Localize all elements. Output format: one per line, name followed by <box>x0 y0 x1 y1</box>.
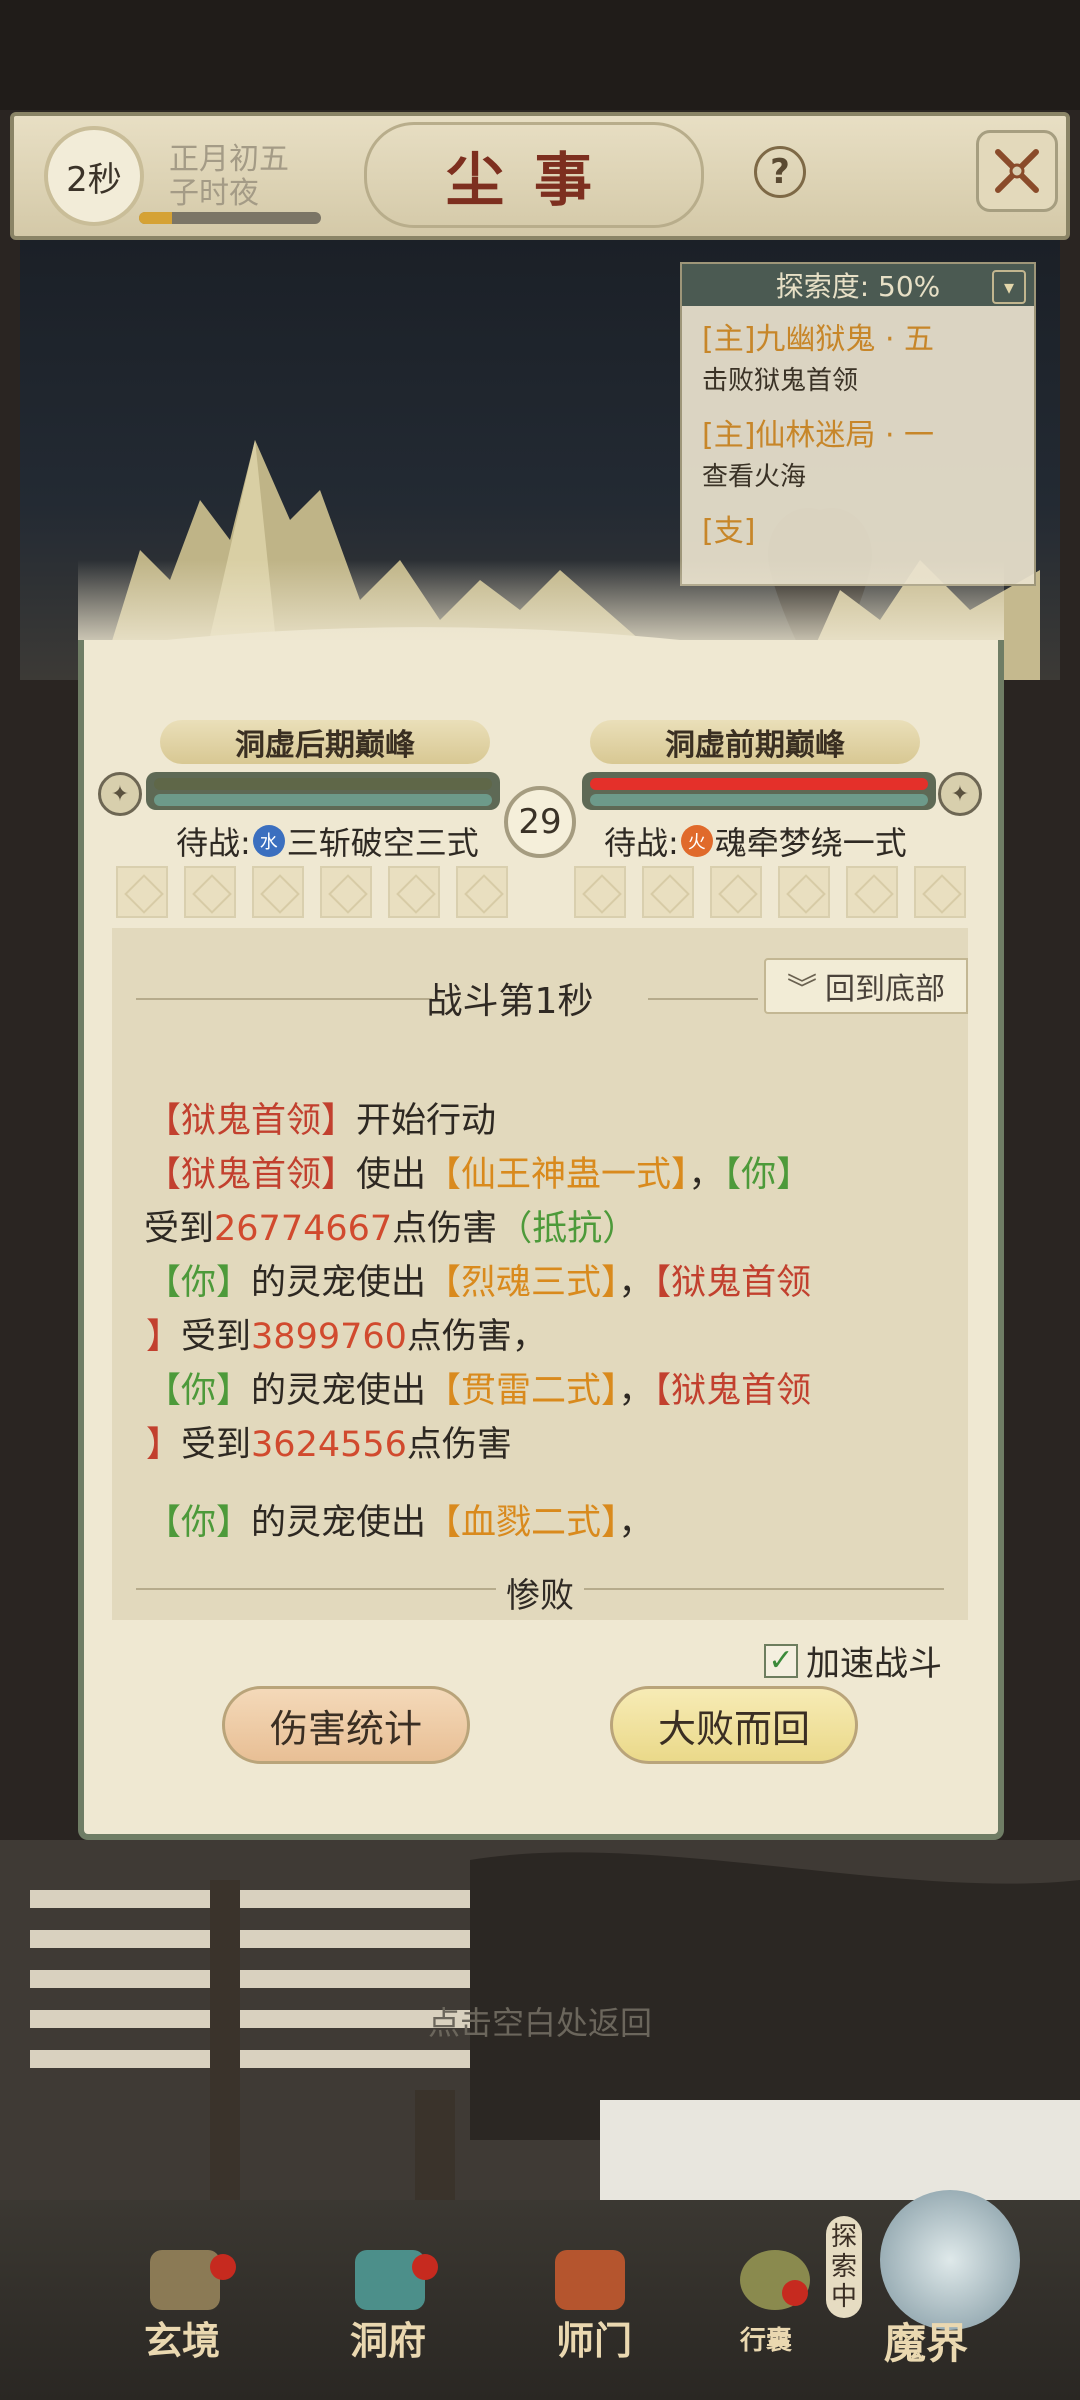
retreat-button[interactable]: 大败而回 <box>610 1686 858 1764</box>
quest-title[interactable]: [主]九幽狱鬼 · 五 <box>702 314 934 358</box>
banner-icon <box>555 2250 625 2310</box>
water-element-icon: 水 <box>252 825 285 857</box>
explore-progress: 探索度: 50% <box>682 264 1034 306</box>
page-title: 尘事 <box>364 122 704 228</box>
tap-to-return-hint: 点击空白处返回 <box>427 2004 652 2042</box>
player-skill-name: 三斩破空三式 <box>286 824 479 862</box>
nav-item-shimen[interactable]: 师门 <box>556 2310 632 2365</box>
player-avatar-icon[interactable]: ✦ <box>98 772 142 816</box>
header-panel: 2秒 正月初五 子时夜 尘事 ? <box>10 112 1070 240</box>
round-counter: 29 <box>504 786 576 858</box>
enemy-avatar-icon[interactable]: ✦ <box>938 772 982 816</box>
enemy-buff-slot <box>778 866 830 918</box>
notification-dot <box>782 2280 808 2306</box>
status-bar-area <box>0 0 1080 110</box>
log-line: 】受到3899760点伤害， <box>146 1317 547 1357</box>
quest-title[interactable]: [支] <box>702 506 755 550</box>
quest-panel[interactable]: 探索度: 50% ▾ [主]九幽狱鬼 · 五 击败狱鬼首领 [主]仙林迷局 · … <box>680 262 1036 586</box>
battle-result: 惨败 <box>506 1576 574 1616</box>
player-buff-slot <box>456 866 508 918</box>
timer-badge: 2秒 <box>44 126 144 226</box>
enemy-next-skill: 待战: 火 魂牵梦绕一式 <box>604 818 907 864</box>
fire-element-icon: 火 <box>680 825 713 857</box>
enemy-buff-slot <box>642 866 694 918</box>
player-buff-slot <box>116 866 168 918</box>
close-button[interactable] <box>976 130 1058 212</box>
quest-subtitle: 击败狱鬼首领 <box>702 366 859 396</box>
nav-item-mojie[interactable]: 魔界 <box>884 2310 968 2371</box>
player-hp-bar <box>154 778 492 790</box>
player-buff-slot <box>320 866 372 918</box>
scroll-icon <box>150 2250 220 2310</box>
speed-up-label: 加速战斗 <box>806 1644 942 1684</box>
enemy-realm-label: 洞虚前期巅峰 <box>590 720 920 764</box>
scroll-to-bottom-button[interactable]: ︾ 回到底部 <box>764 958 968 1014</box>
time-progress-bar <box>139 212 321 224</box>
enemy-buff-slot <box>574 866 626 918</box>
checkmark-icon[interactable]: ✓ <box>764 1643 798 1678</box>
nav-item-xingnang[interactable]: 行囊 <box>740 2320 792 2357</box>
exploring-badge: 探索中 <box>826 2216 862 2318</box>
chevron-down-icon[interactable]: ▾ <box>992 270 1026 304</box>
log-line: 【你】的灵宠使出【烈魂三式】，【狱鬼首领 <box>146 1263 812 1303</box>
time-of-day-text: 子时夜 <box>169 176 259 211</box>
scroll-bottom-label: 回到底部 <box>825 972 945 1007</box>
enemy-buff-slot <box>710 866 762 918</box>
player-buff-slot <box>184 866 236 918</box>
notification-dot <box>210 2254 236 2280</box>
nav-item-xuanjing[interactable]: 玄境 <box>144 2310 220 2365</box>
log-line: 【狱鬼首领】使出【仙王神蛊一式】，【你】 <box>146 1155 812 1195</box>
player-next-skill: 待战: 水 三斩破空三式 <box>176 818 479 864</box>
speed-up-checkbox[interactable]: ✓ 加速战斗 <box>764 1636 942 1685</box>
damage-stats-button[interactable]: 伤害统计 <box>222 1686 470 1764</box>
player-realm-label: 洞虚后期巅峰 <box>160 720 490 764</box>
help-button[interactable]: ? <box>754 146 806 198</box>
log-line: 【你】的灵宠使出【血戮二式】， <box>146 1503 654 1543</box>
nav-item-dongfu[interactable]: 洞府 <box>350 2310 426 2365</box>
wait-label: 待战: <box>604 824 679 862</box>
notification-dot <box>412 2254 438 2280</box>
battle-log[interactable]: 战斗第1秒 ︾ 回到底部 【狱鬼首领】开始行动 【狱鬼首领】使出【仙王神蛊一式】… <box>112 928 968 1620</box>
enemy-buff-slot <box>846 866 898 918</box>
player-buff-slot <box>252 866 304 918</box>
close-icon <box>995 149 1039 193</box>
enemy-energy-bar <box>590 794 928 806</box>
double-chevron-down-icon: ︾ <box>787 972 817 1007</box>
quest-title[interactable]: [主]仙林迷局 · 一 <box>702 410 934 454</box>
time-progress-fill <box>139 212 172 224</box>
player-energy-bar <box>154 794 492 806</box>
log-line: 受到26774667点伤害（抵抗） <box>144 1209 638 1249</box>
enemy-buff-slot <box>914 866 966 918</box>
enemy-skill-name: 魂牵梦绕一式 <box>714 824 907 862</box>
enemy-hp-bar <box>590 778 928 790</box>
demon-realm-icon <box>880 2190 1020 2330</box>
player-buff-slot <box>388 866 440 918</box>
player-hp-frame <box>146 772 500 810</box>
quest-subtitle: 查看火海 <box>702 462 807 492</box>
wait-label: 待战: <box>176 824 251 862</box>
log-line: 【狱鬼首领】开始行动 <box>146 1101 497 1141</box>
enemy-hp-frame <box>582 772 936 810</box>
log-line: 】受到3624556点伤害 <box>146 1425 512 1465</box>
log-line: 【你】的灵宠使出【贯雷二式】，【狱鬼首领 <box>146 1371 812 1411</box>
